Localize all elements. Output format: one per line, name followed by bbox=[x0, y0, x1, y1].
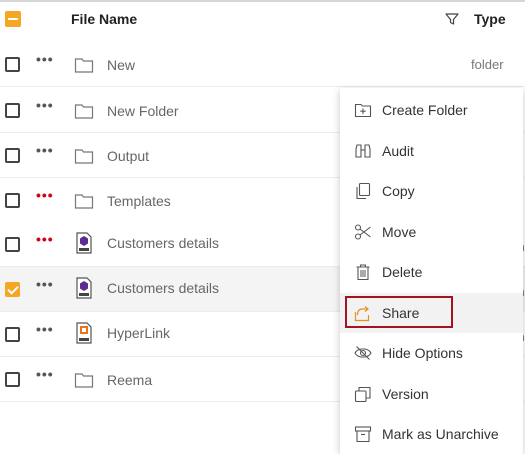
file-name[interactable]: Customers details bbox=[107, 235, 219, 251]
context-menu: Create Folder Audit Copy Move Delete Sha… bbox=[340, 88, 523, 454]
menu-item-label: Hide Options bbox=[382, 345, 463, 361]
unarchive-icon bbox=[354, 426, 372, 443]
menu-item-create-folder[interactable]: Create Folder bbox=[340, 90, 523, 130]
birt-file-icon bbox=[76, 277, 92, 299]
menu-item-audit[interactable]: Audit bbox=[340, 131, 523, 171]
row-checkbox[interactable] bbox=[5, 57, 20, 72]
version-icon bbox=[354, 386, 371, 403]
menu-item-label: Copy bbox=[382, 183, 415, 199]
folder-icon bbox=[74, 149, 94, 164]
rudc-file-icon bbox=[76, 322, 92, 344]
more-options-icon[interactable]: ••• bbox=[36, 52, 54, 66]
row-checkbox[interactable] bbox=[5, 237, 20, 252]
menu-item-label: Delete bbox=[382, 264, 423, 280]
copy-icon bbox=[356, 182, 371, 200]
file-name[interactable]: Templates bbox=[107, 193, 171, 209]
more-options-icon[interactable]: ••• bbox=[36, 277, 54, 291]
more-options-icon[interactable]: ••• bbox=[36, 232, 54, 246]
row-checkbox[interactable] bbox=[5, 282, 20, 297]
birt-file-icon bbox=[76, 232, 92, 254]
filter-icon[interactable] bbox=[445, 12, 459, 26]
file-type: folder bbox=[471, 57, 504, 72]
menu-item-mark-as-unarchive[interactable]: Mark as Unarchive bbox=[340, 414, 523, 454]
file-name[interactable]: HyperLink bbox=[107, 325, 170, 341]
column-header-file-name[interactable]: File Name bbox=[71, 11, 137, 27]
more-options-icon[interactable]: ••• bbox=[36, 98, 54, 112]
file-name[interactable]: New bbox=[107, 57, 135, 73]
menu-item-label: Create Folder bbox=[382, 102, 468, 118]
menu-item-copy[interactable]: Copy bbox=[340, 171, 523, 211]
select-all-checkbox[interactable] bbox=[5, 11, 21, 27]
file-name[interactable]: New Folder bbox=[107, 103, 179, 119]
menu-item-version[interactable]: Version bbox=[340, 374, 523, 414]
folder-icon bbox=[74, 194, 94, 209]
row-checkbox[interactable] bbox=[5, 327, 20, 342]
menu-item-label: Mark as Unarchive bbox=[382, 426, 499, 442]
file-name[interactable]: Reema bbox=[107, 372, 152, 388]
row-checkbox[interactable] bbox=[5, 193, 20, 208]
more-options-icon[interactable]: ••• bbox=[36, 322, 54, 336]
table-header: File Name Type bbox=[0, 2, 525, 42]
more-options-icon[interactable]: ••• bbox=[36, 367, 54, 381]
binoculars-icon bbox=[355, 144, 371, 158]
menu-item-label: Version bbox=[382, 386, 429, 402]
file-name[interactable]: Customers details bbox=[107, 280, 219, 296]
menu-item-delete[interactable]: Delete bbox=[340, 252, 523, 292]
more-options-icon[interactable]: ••• bbox=[36, 143, 54, 157]
menu-item-label: Move bbox=[382, 224, 417, 240]
folder-icon bbox=[74, 58, 94, 73]
trash-icon bbox=[356, 264, 370, 281]
table-row[interactable]: ••• New folder bbox=[0, 42, 525, 87]
eye-slash-icon bbox=[354, 346, 372, 360]
share-highlight-box bbox=[345, 296, 453, 328]
menu-item-hide-options[interactable]: Hide Options bbox=[340, 333, 523, 373]
more-options-icon[interactable]: ••• bbox=[36, 188, 54, 202]
column-header-type[interactable]: Type bbox=[474, 11, 506, 27]
folder-icon bbox=[74, 373, 94, 388]
row-checkbox[interactable] bbox=[5, 103, 20, 118]
scissors-icon bbox=[354, 224, 371, 240]
folder-icon bbox=[74, 104, 94, 119]
row-checkbox[interactable] bbox=[5, 148, 20, 163]
menu-item-label: Audit bbox=[382, 143, 414, 159]
create-folder-icon bbox=[354, 103, 372, 118]
file-name[interactable]: Output bbox=[107, 148, 149, 164]
row-checkbox[interactable] bbox=[5, 372, 20, 387]
menu-item-move[interactable]: Move bbox=[340, 212, 523, 252]
